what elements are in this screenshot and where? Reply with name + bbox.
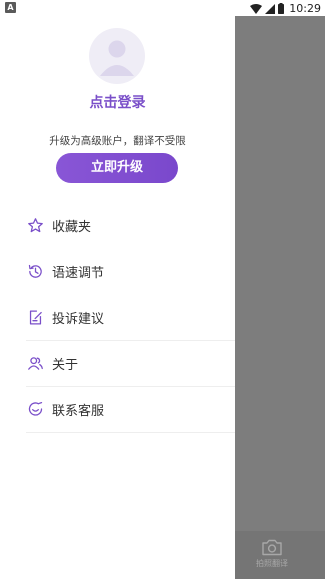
- status-bar: A 10:29: [0, 0, 325, 16]
- drawer-menu: 收藏夹 语速调节 投诉建议 关于 联系客服: [0, 202, 235, 433]
- star-icon: [27, 217, 44, 234]
- feedback-icon: [27, 309, 44, 326]
- upgrade-button[interactable]: 立即升级: [56, 153, 178, 183]
- wifi-icon: [250, 0, 263, 18]
- customer-service-icon: [27, 401, 44, 418]
- menu-item-about[interactable]: 关于: [0, 340, 235, 386]
- tab-label: 拍照翻译: [256, 559, 288, 568]
- app-screen: A 10:29 拍照翻译 点击登录 升级为高级账户，翻译不受限 立即升级 收藏夹…: [0, 0, 325, 579]
- clock: 10:29: [289, 1, 321, 15]
- login-link[interactable]: 点击登录: [0, 92, 235, 112]
- battery-icon: [278, 0, 285, 18]
- tab-photo-translate[interactable]: 拍照翻译: [250, 539, 294, 569]
- signal-icon: [265, 0, 276, 18]
- menu-item-label: 投诉建议: [52, 311, 105, 327]
- camera-icon: [250, 539, 294, 556]
- navigation-drawer: 点击登录 升级为高级账户，翻译不受限 立即升级 收藏夹 语速调节 投诉建议 关于…: [0, 16, 235, 579]
- menu-item-feedback[interactable]: 投诉建议: [0, 294, 235, 340]
- menu-item-label: 联系客服: [52, 403, 105, 419]
- status-icons: 10:29: [250, 1, 321, 15]
- people-icon: [27, 355, 44, 372]
- menu-item-label: 收藏夹: [52, 219, 92, 235]
- menu-item-label: 语速调节: [52, 265, 105, 281]
- menu-item-favorites[interactable]: 收藏夹: [0, 202, 235, 248]
- avatar[interactable]: [89, 28, 145, 84]
- menu-item-customer-service[interactable]: 联系客服: [0, 386, 235, 432]
- app-badge: A: [5, 2, 16, 13]
- upgrade-hint: 升级为高级账户，翻译不受限: [49, 135, 186, 147]
- divider: [26, 432, 235, 433]
- user-avatar-icon: [100, 40, 134, 76]
- menu-item-label: 关于: [52, 357, 79, 373]
- dimmed-overlay[interactable]: [235, 16, 325, 579]
- history-icon: [27, 263, 44, 280]
- menu-item-speech-rate[interactable]: 语速调节: [0, 248, 235, 294]
